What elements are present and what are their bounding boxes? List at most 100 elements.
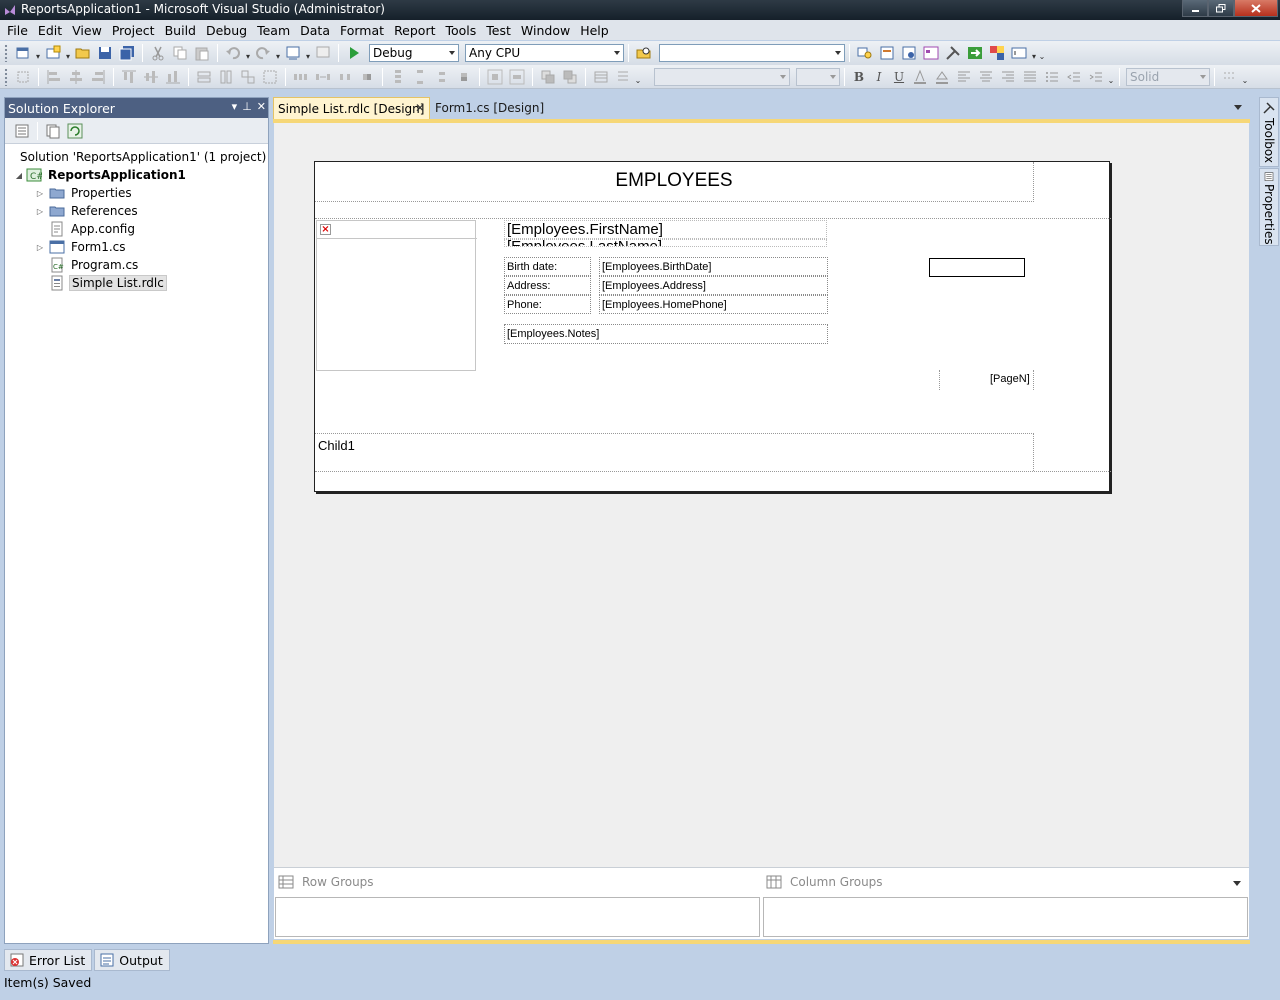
page-number-field[interactable]: [PageN] bbox=[990, 373, 1030, 385]
decrease-indent-button[interactable] bbox=[1066, 69, 1082, 85]
paste-button[interactable] bbox=[194, 45, 210, 61]
first-name-field[interactable]: [Employees.FirstName] bbox=[504, 220, 827, 239]
menu-team[interactable]: Team bbox=[252, 23, 295, 38]
undo-dropdown[interactable]: ▾ bbox=[244, 45, 252, 61]
bring-to-front-button[interactable] bbox=[540, 69, 556, 85]
error-list-tab[interactable]: Error List bbox=[4, 949, 93, 971]
navigate-backward-button[interactable] bbox=[285, 45, 301, 61]
menu-view[interactable]: View bbox=[67, 23, 107, 38]
horizontal-spacing-equal-button[interactable] bbox=[293, 69, 309, 85]
bullets-button[interactable] bbox=[1044, 69, 1060, 85]
close-tab-icon[interactable]: ✕ bbox=[415, 101, 425, 115]
tree-item-solution[interactable]: Solution 'ReportsApplication1' (1 projec… bbox=[5, 148, 268, 166]
menu-edit[interactable]: Edit bbox=[33, 23, 67, 38]
add-item-button[interactable] bbox=[45, 45, 61, 61]
layout-toolbar-overflow[interactable]: ⌄ bbox=[634, 69, 642, 85]
decrease-vertical-spacing-button[interactable] bbox=[434, 69, 450, 85]
class-view-button[interactable] bbox=[923, 45, 939, 61]
font-size-select[interactable] bbox=[796, 67, 840, 86]
menu-help[interactable]: Help bbox=[575, 23, 614, 38]
properties-button[interactable] bbox=[14, 123, 30, 139]
notes-field[interactable]: [Employees.Notes] bbox=[504, 324, 828, 344]
align-left-button[interactable] bbox=[956, 69, 972, 85]
navigate-dropdown[interactable]: ▾ bbox=[304, 45, 312, 61]
solution-platform-select[interactable]: Any CPU bbox=[465, 44, 624, 62]
tree-item-app-config[interactable]: App.config bbox=[5, 220, 268, 238]
grouping-options-dropdown[interactable] bbox=[1233, 881, 1241, 886]
background-color-button[interactable] bbox=[934, 69, 950, 85]
increase-vertical-spacing-button[interactable] bbox=[412, 69, 428, 85]
row-groups-list[interactable] bbox=[275, 897, 760, 937]
remove-horizontal-spacing-button[interactable] bbox=[359, 69, 375, 85]
new-project-button[interactable] bbox=[15, 45, 31, 61]
justify-button[interactable] bbox=[1022, 69, 1038, 85]
show-all-files-button[interactable] bbox=[45, 123, 61, 139]
decrease-horizontal-spacing-button[interactable] bbox=[337, 69, 353, 85]
send-to-back-button[interactable] bbox=[562, 69, 578, 85]
find-combo[interactable] bbox=[659, 44, 845, 62]
window-position-dropdown[interactable]: ▾ bbox=[232, 100, 238, 113]
redo-button[interactable] bbox=[255, 45, 271, 61]
center-horizontally-button[interactable] bbox=[487, 69, 503, 85]
close-button[interactable] bbox=[1234, 0, 1278, 17]
save-all-button[interactable] bbox=[119, 45, 135, 61]
pin-icon[interactable]: ⊥ bbox=[242, 100, 252, 113]
toolbox-side-tab[interactable]: Toolbox bbox=[1259, 97, 1279, 167]
report-body[interactable]: EMPLOYEES × [Employees.FirstName] [Emplo… bbox=[314, 161, 1111, 492]
align-lefts-button[interactable] bbox=[46, 69, 62, 85]
line-style-select[interactable]: Solid bbox=[1126, 67, 1210, 86]
new-project-dropdown[interactable]: ▾ bbox=[34, 45, 42, 61]
align-center-button[interactable] bbox=[978, 69, 994, 85]
toolbar-grip[interactable] bbox=[4, 44, 8, 62]
last-name-field[interactable]: [Employees.LastName] bbox=[504, 239, 827, 247]
column-groups-list[interactable] bbox=[763, 897, 1248, 937]
font-color-button[interactable] bbox=[912, 69, 928, 85]
group-layout-button[interactable] bbox=[615, 69, 631, 85]
properties-side-tab[interactable]: Properties bbox=[1259, 168, 1279, 246]
copy-button[interactable] bbox=[172, 45, 188, 61]
child-group-label[interactable]: Child1 bbox=[318, 438, 355, 453]
tree-item-form1[interactable]: ▷ Form1.cs bbox=[5, 238, 268, 256]
make-same-width-button[interactable] bbox=[196, 69, 212, 85]
extension-manager-button[interactable] bbox=[989, 45, 1005, 61]
add-item-dropdown[interactable]: ▾ bbox=[64, 45, 72, 61]
menu-test[interactable]: Test bbox=[481, 23, 516, 38]
menu-tools[interactable]: Tools bbox=[441, 23, 482, 38]
toolbar-grip[interactable] bbox=[4, 67, 8, 86]
redo-dropdown[interactable]: ▾ bbox=[274, 45, 282, 61]
active-files-dropdown[interactable] bbox=[1234, 105, 1242, 110]
align-centers-button[interactable] bbox=[68, 69, 84, 85]
save-button[interactable] bbox=[97, 45, 113, 61]
bold-button[interactable]: B bbox=[850, 70, 868, 84]
line-width-button[interactable] bbox=[1222, 69, 1238, 85]
command-window-button[interactable] bbox=[1011, 45, 1027, 61]
address-field[interactable]: [Employees.Address] bbox=[599, 276, 828, 295]
minimize-button[interactable] bbox=[1182, 0, 1208, 17]
menu-build[interactable]: Build bbox=[160, 23, 201, 38]
menu-report[interactable]: Report bbox=[389, 23, 440, 38]
increase-horizontal-spacing-button[interactable] bbox=[315, 69, 331, 85]
expand-arrow-icon[interactable]: ▷ bbox=[35, 242, 45, 252]
underline-button[interactable]: U bbox=[890, 70, 908, 84]
find-in-files-button[interactable] bbox=[636, 45, 652, 61]
tree-item-references[interactable]: ▷ References bbox=[5, 202, 268, 220]
menu-debug[interactable]: Debug bbox=[201, 23, 252, 38]
undo-button[interactable] bbox=[225, 45, 241, 61]
align-rights-button[interactable] bbox=[90, 69, 106, 85]
font-name-select[interactable] bbox=[654, 67, 790, 86]
cut-button[interactable] bbox=[150, 45, 166, 61]
align-middles-button[interactable] bbox=[143, 69, 159, 85]
make-same-height-button[interactable] bbox=[218, 69, 234, 85]
menu-window[interactable]: Window bbox=[516, 23, 575, 38]
align-to-grid-button[interactable] bbox=[15, 69, 31, 85]
toolbar-options-dropdown[interactable]: ▾ bbox=[1030, 45, 1038, 61]
collapse-arrow-icon[interactable]: ◢ bbox=[14, 170, 24, 180]
border-toolbar-overflow[interactable]: ⌄ bbox=[1241, 69, 1249, 85]
tree-item-simple-list[interactable]: Simple List.rdlc bbox=[5, 274, 268, 292]
solution-configuration-select[interactable]: Debug bbox=[369, 44, 459, 62]
toolbox-button[interactable] bbox=[945, 45, 961, 61]
menu-project[interactable]: Project bbox=[107, 23, 160, 38]
solution-explorer-button[interactable] bbox=[857, 45, 873, 61]
expand-arrow-icon[interactable]: ▷ bbox=[35, 188, 45, 198]
start-debugging-button[interactable] bbox=[346, 45, 362, 61]
